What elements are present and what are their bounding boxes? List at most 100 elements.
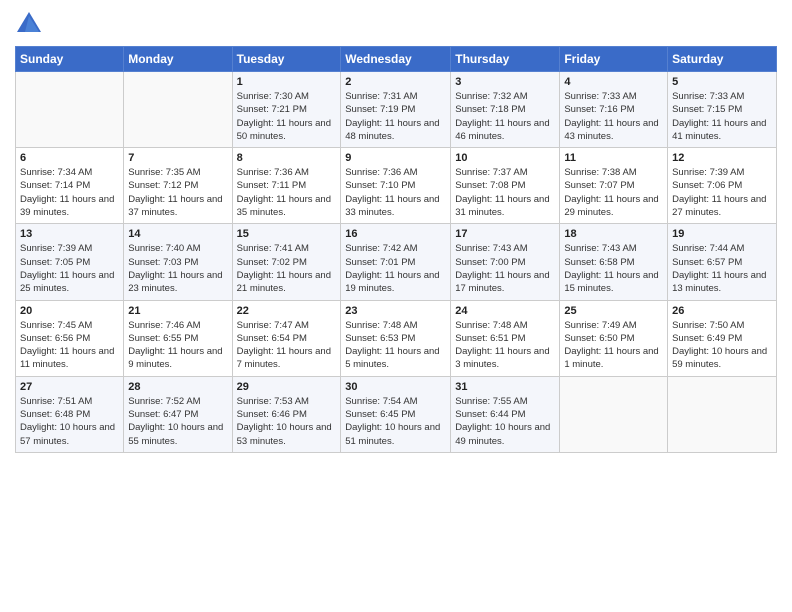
day-number: 26: [672, 305, 772, 317]
calendar-cell: 21 Sunrise: 7:46 AM Sunset: 6:55 PM Dayli…: [124, 300, 232, 376]
day-info: Sunrise: 7:52 AM Sunset: 6:47 PM Dayligh…: [128, 395, 227, 448]
calendar-cell: 28 Sunrise: 7:52 AM Sunset: 6:47 PM Dayli…: [124, 376, 232, 452]
calendar-cell: 26 Sunrise: 7:50 AM Sunset: 6:49 PM Dayli…: [668, 300, 777, 376]
day-info: Sunrise: 7:45 AM Sunset: 6:56 PM Dayligh…: [20, 319, 119, 372]
day-info: Sunrise: 7:37 AM Sunset: 7:08 PM Dayligh…: [455, 166, 555, 219]
day-info: Sunrise: 7:48 AM Sunset: 6:53 PM Dayligh…: [345, 319, 446, 372]
day-number: 2: [345, 76, 446, 88]
day-info: Sunrise: 7:30 AM Sunset: 7:21 PM Dayligh…: [237, 90, 337, 143]
day-number: 11: [564, 152, 663, 164]
calendar-cell: 3 Sunrise: 7:32 AM Sunset: 7:18 PM Daylig…: [451, 72, 560, 148]
day-number: 17: [455, 228, 555, 240]
day-info: Sunrise: 7:44 AM Sunset: 6:57 PM Dayligh…: [672, 242, 772, 295]
day-info: Sunrise: 7:33 AM Sunset: 7:15 PM Dayligh…: [672, 90, 772, 143]
day-info: Sunrise: 7:48 AM Sunset: 6:51 PM Dayligh…: [455, 319, 555, 372]
calendar-cell: 23 Sunrise: 7:48 AM Sunset: 6:53 PM Dayli…: [341, 300, 451, 376]
calendar-week-row: 20 Sunrise: 7:45 AM Sunset: 6:56 PM Dayli…: [16, 300, 777, 376]
calendar-cell: [560, 376, 668, 452]
day-info: Sunrise: 7:49 AM Sunset: 6:50 PM Dayligh…: [564, 319, 663, 372]
calendar-cell: 31 Sunrise: 7:55 AM Sunset: 6:44 PM Dayli…: [451, 376, 560, 452]
day-info: Sunrise: 7:36 AM Sunset: 7:11 PM Dayligh…: [237, 166, 337, 219]
calendar-cell: 20 Sunrise: 7:45 AM Sunset: 6:56 PM Dayli…: [16, 300, 124, 376]
calendar-cell: 15Sunrise: 7:41 AM Sunset: 7:02 PM Dayli…: [232, 224, 341, 300]
calendar-cell: 29 Sunrise: 7:53 AM Sunset: 6:46 PM Dayli…: [232, 376, 341, 452]
day-info: Sunrise: 7:55 AM Sunset: 6:44 PM Dayligh…: [455, 395, 555, 448]
calendar-cell: 24 Sunrise: 7:48 AM Sunset: 6:51 PM Dayli…: [451, 300, 560, 376]
day-info: Sunrise: 7:36 AM Sunset: 7:10 PM Dayligh…: [345, 166, 446, 219]
day-number: 19: [672, 228, 772, 240]
day-info: Sunrise: 7:43 AM Sunset: 7:00 PM Dayligh…: [455, 242, 555, 295]
day-info: Sunrise: 7:46 AM Sunset: 6:55 PM Dayligh…: [128, 319, 227, 372]
calendar-header-row: SundayMondayTuesdayWednesdayThursdayFrid…: [16, 47, 777, 72]
day-number: 4: [564, 76, 663, 88]
day-info: Sunrise: 7:53 AM Sunset: 6:46 PM Dayligh…: [237, 395, 337, 448]
calendar-day-header: Monday: [124, 47, 232, 72]
calendar-cell: 4 Sunrise: 7:33 AM Sunset: 7:16 PM Daylig…: [560, 72, 668, 148]
day-number: 9: [345, 152, 446, 164]
day-info: Sunrise: 7:47 AM Sunset: 6:54 PM Dayligh…: [237, 319, 337, 372]
day-info: Sunrise: 7:33 AM Sunset: 7:16 PM Dayligh…: [564, 90, 663, 143]
calendar-cell: 27 Sunrise: 7:51 AM Sunset: 6:48 PM Dayli…: [16, 376, 124, 452]
calendar-day-header: Sunday: [16, 47, 124, 72]
calendar-cell: 6 Sunrise: 7:34 AM Sunset: 7:14 PM Daylig…: [16, 148, 124, 224]
day-number: 7: [128, 152, 227, 164]
calendar-cell: 2 Sunrise: 7:31 AM Sunset: 7:19 PM Daylig…: [341, 72, 451, 148]
calendar-cell: 9 Sunrise: 7:36 AM Sunset: 7:10 PM Daylig…: [341, 148, 451, 224]
day-number: 18: [564, 228, 663, 240]
day-number: 28: [128, 381, 227, 393]
day-number: 13: [20, 228, 119, 240]
calendar-cell: 8 Sunrise: 7:36 AM Sunset: 7:11 PM Daylig…: [232, 148, 341, 224]
calendar-cell: 16 Sunrise: 7:42 AM Sunset: 7:01 PM Dayli…: [341, 224, 451, 300]
day-number: 27: [20, 381, 119, 393]
calendar-cell: [124, 72, 232, 148]
day-number: 6: [20, 152, 119, 164]
calendar-cell: [16, 72, 124, 148]
day-number: 3: [455, 76, 555, 88]
day-number: 15: [237, 228, 337, 240]
calendar-cell: 11 Sunrise: 7:38 AM Sunset: 7:07 PM Dayli…: [560, 148, 668, 224]
calendar-day-header: Friday: [560, 47, 668, 72]
day-number: 20: [20, 305, 119, 317]
day-number: 31: [455, 381, 555, 393]
calendar-day-header: Tuesday: [232, 47, 341, 72]
day-info: Sunrise: 7:34 AM Sunset: 7:14 PM Dayligh…: [20, 166, 119, 219]
calendar-week-row: 6 Sunrise: 7:34 AM Sunset: 7:14 PM Daylig…: [16, 148, 777, 224]
day-info: Sunrise: 7:38 AM Sunset: 7:07 PM Dayligh…: [564, 166, 663, 219]
calendar-cell: 22Sunrise: 7:47 AM Sunset: 6:54 PM Dayli…: [232, 300, 341, 376]
calendar-cell: 19 Sunrise: 7:44 AM Sunset: 6:57 PM Dayli…: [668, 224, 777, 300]
calendar-cell: 30Sunrise: 7:54 AM Sunset: 6:45 PM Dayli…: [341, 376, 451, 452]
day-number: 10: [455, 152, 555, 164]
day-number: 8: [237, 152, 337, 164]
calendar-cell: 14 Sunrise: 7:40 AM Sunset: 7:03 PM Dayli…: [124, 224, 232, 300]
day-number: 5: [672, 76, 772, 88]
day-info: Sunrise: 7:31 AM Sunset: 7:19 PM Dayligh…: [345, 90, 446, 143]
logo: [15, 10, 47, 38]
day-number: 25: [564, 305, 663, 317]
day-number: 12: [672, 152, 772, 164]
day-info: Sunrise: 7:50 AM Sunset: 6:49 PM Dayligh…: [672, 319, 772, 372]
calendar-table: SundayMondayTuesdayWednesdayThursdayFrid…: [15, 46, 777, 453]
day-info: Sunrise: 7:39 AM Sunset: 7:06 PM Dayligh…: [672, 166, 772, 219]
calendar-cell: 10 Sunrise: 7:37 AM Sunset: 7:08 PM Dayli…: [451, 148, 560, 224]
day-info: Sunrise: 7:40 AM Sunset: 7:03 PM Dayligh…: [128, 242, 227, 295]
calendar-week-row: 27 Sunrise: 7:51 AM Sunset: 6:48 PM Dayli…: [16, 376, 777, 452]
calendar-cell: 17 Sunrise: 7:43 AM Sunset: 7:00 PM Dayli…: [451, 224, 560, 300]
day-number: 1: [237, 76, 337, 88]
day-number: 21: [128, 305, 227, 317]
calendar-day-header: Wednesday: [341, 47, 451, 72]
calendar-cell: 5 Sunrise: 7:33 AM Sunset: 7:15 PM Daylig…: [668, 72, 777, 148]
calendar-cell: 18Sunrise: 7:43 AM Sunset: 6:58 PM Dayli…: [560, 224, 668, 300]
calendar-week-row: 1 Sunrise: 7:30 AM Sunset: 7:21 PM Daylig…: [16, 72, 777, 148]
calendar-day-header: Thursday: [451, 47, 560, 72]
day-info: Sunrise: 7:35 AM Sunset: 7:12 PM Dayligh…: [128, 166, 227, 219]
page-header: [15, 10, 777, 38]
day-number: 16: [345, 228, 446, 240]
calendar-day-header: Saturday: [668, 47, 777, 72]
day-info: Sunrise: 7:51 AM Sunset: 6:48 PM Dayligh…: [20, 395, 119, 448]
day-number: 14: [128, 228, 227, 240]
day-number: 23: [345, 305, 446, 317]
day-number: 24: [455, 305, 555, 317]
day-number: 29: [237, 381, 337, 393]
day-info: Sunrise: 7:42 AM Sunset: 7:01 PM Dayligh…: [345, 242, 446, 295]
day-info: Sunrise: 7:32 AM Sunset: 7:18 PM Dayligh…: [455, 90, 555, 143]
